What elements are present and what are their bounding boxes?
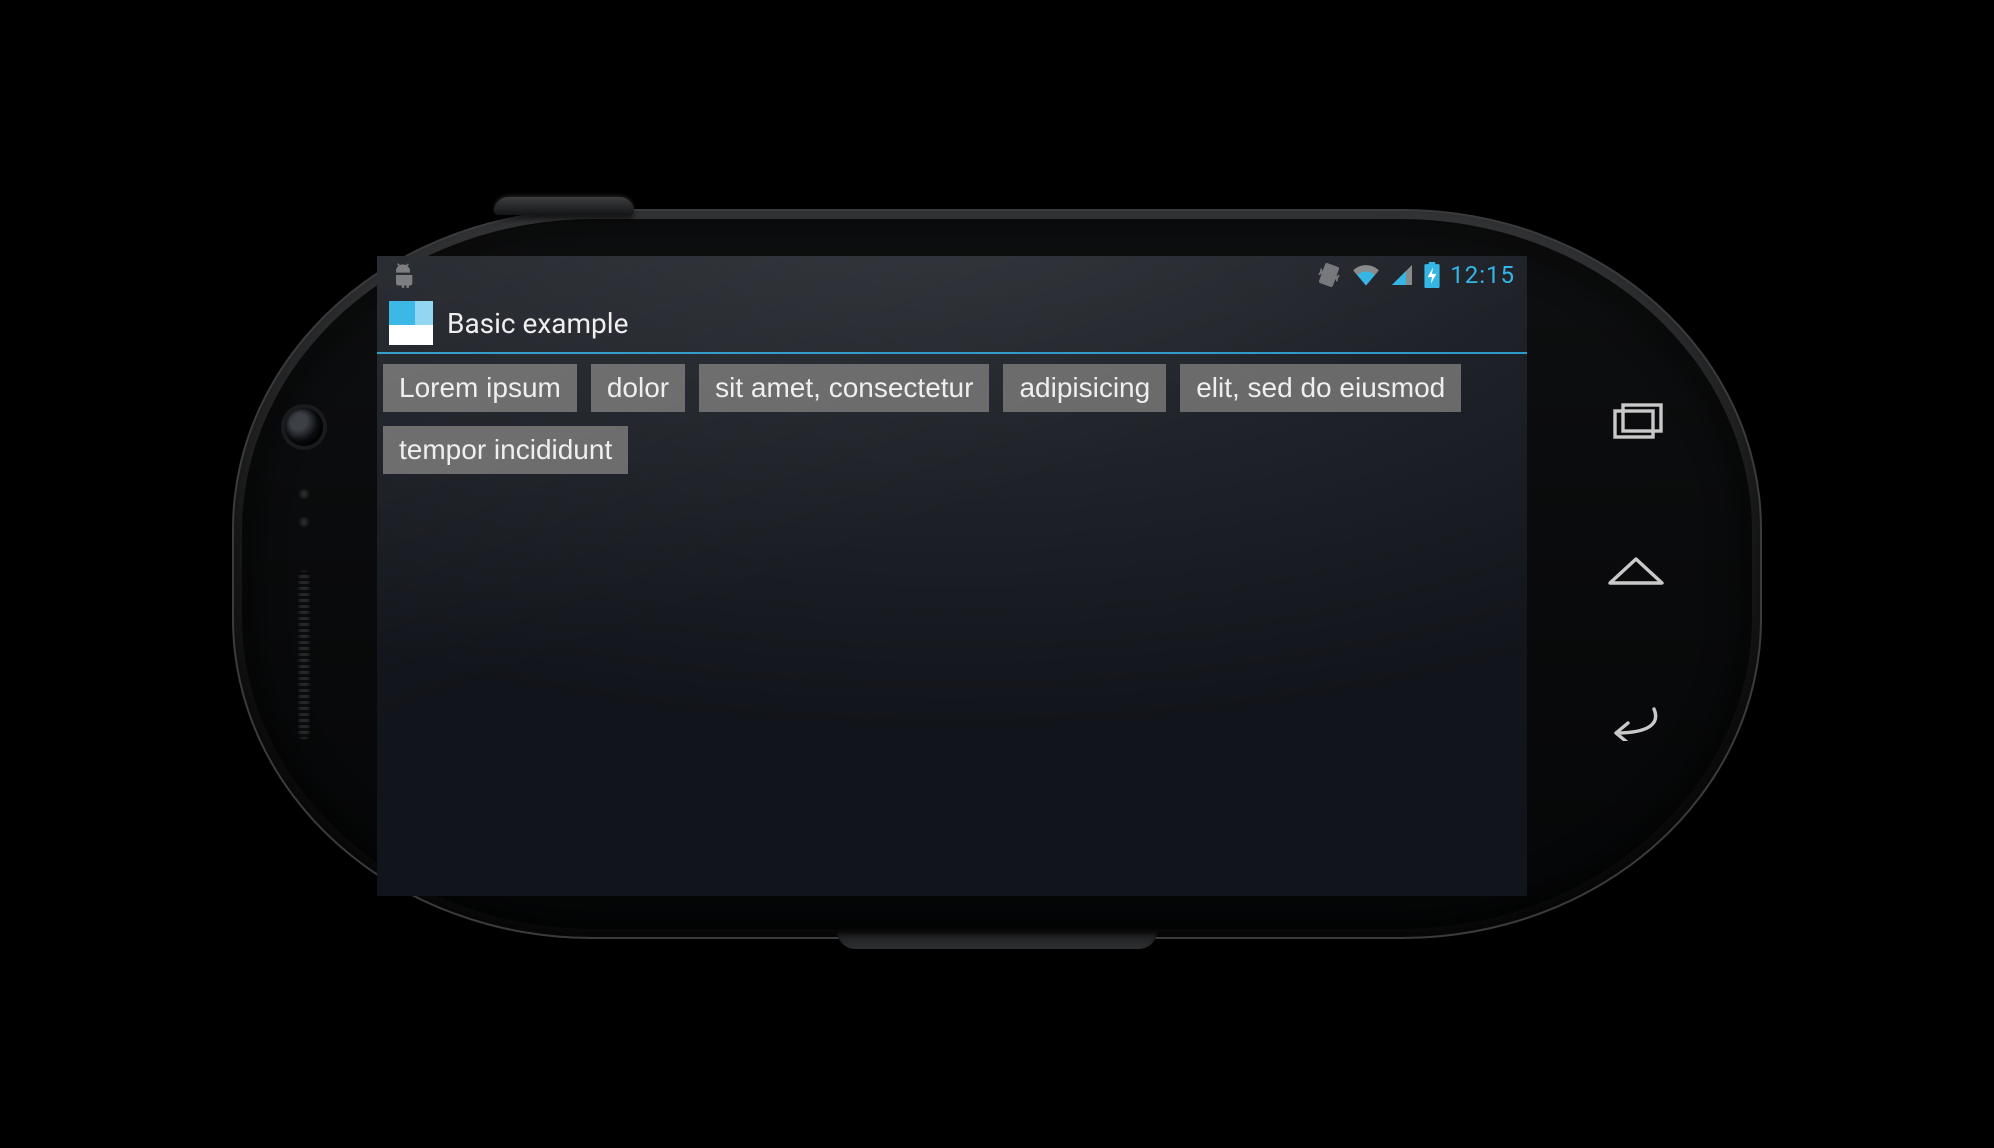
chip-item[interactable]: tempor incididunt	[383, 426, 628, 474]
system-nav-bar	[1606, 403, 1666, 745]
status-bar: 12:15	[377, 256, 1527, 294]
chip-item[interactable]: adipisicing	[1003, 364, 1166, 412]
chip-item[interactable]: dolor	[591, 364, 685, 412]
content-area: Lorem ipsum dolor sit amet, consectetur …	[377, 354, 1527, 484]
recent-apps-button[interactable]	[1609, 403, 1663, 447]
power-button[interactable]	[494, 197, 634, 215]
proximity-sensors	[298, 488, 310, 528]
status-clock: 12:15	[1450, 261, 1515, 289]
phone-frame: 12:15 Basic example Lorem ipsum dolor si…	[232, 209, 1762, 939]
chip-item[interactable]: sit amet, consectetur	[699, 364, 989, 412]
app-title: Basic example	[447, 307, 628, 340]
chip-item[interactable]: elit, sed do eiusmod	[1180, 364, 1461, 412]
vibrate-icon	[1316, 262, 1342, 288]
earpiece-speaker	[298, 570, 310, 740]
app-icon[interactable]	[389, 301, 433, 345]
front-camera	[285, 408, 323, 446]
back-button[interactable]	[1606, 701, 1666, 745]
wifi-icon	[1352, 261, 1380, 289]
screen: 12:15 Basic example Lorem ipsum dolor si…	[377, 256, 1527, 896]
action-bar: Basic example	[377, 294, 1527, 354]
home-button[interactable]	[1606, 553, 1666, 595]
debug-android-icon	[389, 261, 417, 289]
bottom-nub	[837, 931, 1157, 949]
flow-chip-container: Lorem ipsum dolor sit amet, consectetur …	[383, 364, 1521, 474]
battery-icon	[1424, 262, 1440, 288]
chip-item[interactable]: Lorem ipsum	[383, 364, 577, 412]
hardware-left-cluster	[276, 408, 331, 740]
signal-icon	[1390, 263, 1414, 287]
